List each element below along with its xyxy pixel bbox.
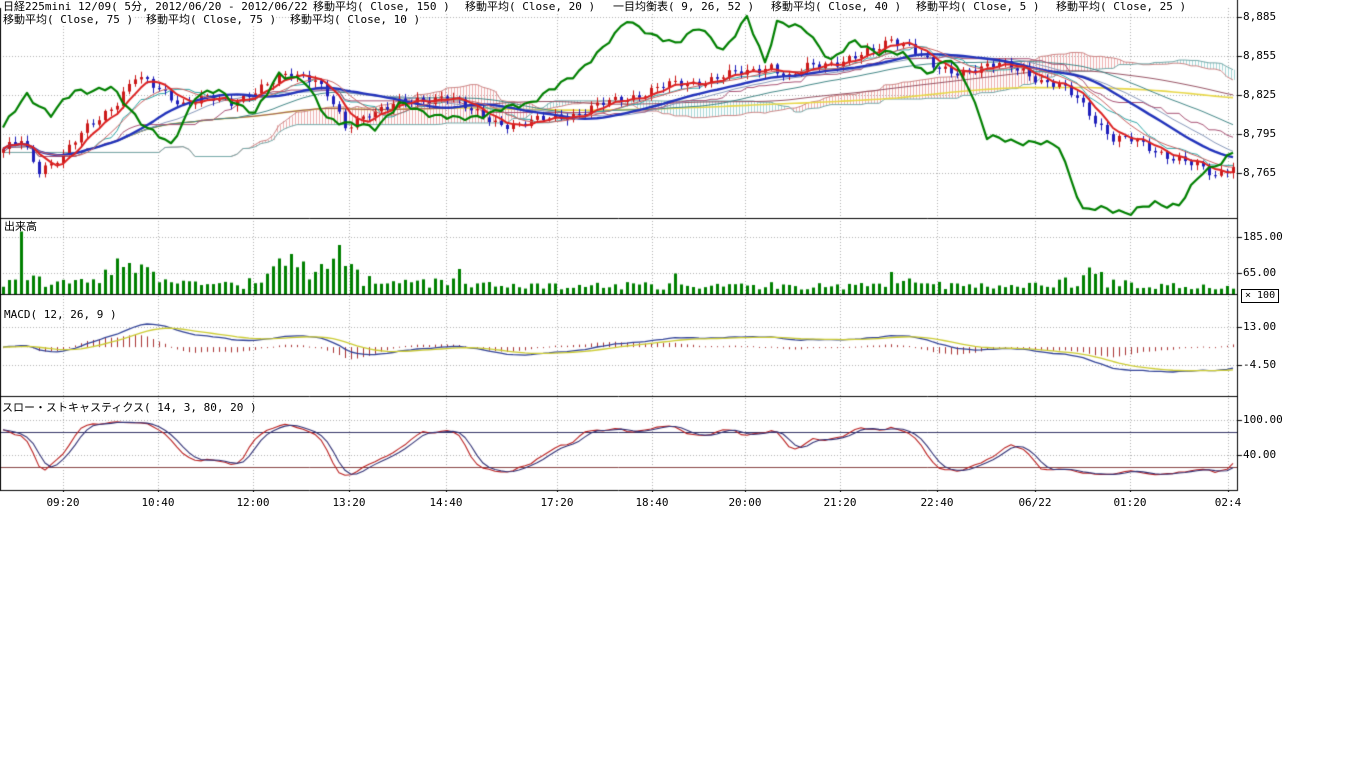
time-label: 21:20 xyxy=(818,497,862,509)
time-label: 17:20 xyxy=(535,497,579,509)
legend-ichimoku: 一目均衡表( 9, 26, 52 ) xyxy=(613,1,754,13)
time-label: 09:20 xyxy=(41,497,85,509)
chart-canvas[interactable] xyxy=(0,0,1300,492)
time-label: 22:40 xyxy=(915,497,959,509)
time-label: 13:20 xyxy=(327,497,371,509)
legend-ma-close-150: 移動平均( Close, 150 ) xyxy=(313,1,450,13)
axis-value-label: 8,825 xyxy=(1243,89,1276,100)
legend-ma-close-75-b: 移動平均( Close, 75 ) xyxy=(146,14,276,26)
time-label: 01:20 xyxy=(1108,497,1152,509)
time-label: 20:00 xyxy=(723,497,767,509)
legend-ma-close-40: 移動平均( Close, 40 ) xyxy=(771,1,901,13)
macd-panel-label: MACD( 12, 26, 9 ) xyxy=(4,309,117,320)
time-label: 10:40 xyxy=(136,497,180,509)
axis-value-label: 8,795 xyxy=(1243,128,1276,139)
time-label: 06/22 xyxy=(1013,497,1057,509)
legend-ma-close-10: 移動平均( Close, 10 ) xyxy=(290,14,420,26)
time-label: 18:40 xyxy=(630,497,674,509)
volume-multiplier-badge: × 100 xyxy=(1241,289,1279,303)
legend-ma-close-20: 移動平均( Close, 20 ) xyxy=(465,1,595,13)
axis-value-label: 100.00 xyxy=(1243,414,1283,425)
volume-panel-label: 出来高 xyxy=(4,221,37,232)
time-label: 14:40 xyxy=(424,497,468,509)
instrument-title: 日経225mini 12/09( 5分, 2012/06/20 - 2012/0… xyxy=(3,1,321,13)
legend-ma-close-5: 移動平均( Close, 5 ) xyxy=(916,1,1039,13)
axis-value-label: 40.00 xyxy=(1243,449,1276,460)
axis-value-label: -4.50 xyxy=(1243,359,1276,370)
legend-ma-close-25: 移動平均( Close, 25 ) xyxy=(1056,1,1186,13)
trading-chart-window: 日経225mini 12/09( 5分, 2012/06/20 - 2012/0… xyxy=(0,0,1366,768)
time-label: 12:00 xyxy=(231,497,275,509)
stoch-panel-label: スロー・ストキャスティクス( 14, 3, 80, 20 ) xyxy=(2,402,257,413)
axis-value-label: 8,885 xyxy=(1243,11,1276,22)
legend-ma-close-75-a: 移動平均( Close, 75 ) xyxy=(3,14,133,26)
axis-value-label: 8,855 xyxy=(1243,50,1276,61)
time-label: 02:4 xyxy=(1206,497,1250,509)
axis-value-label: 13.00 xyxy=(1243,321,1276,332)
axis-value-label: 185.00 xyxy=(1243,231,1283,242)
axis-value-label: 8,765 xyxy=(1243,167,1276,178)
axis-value-label: 65.00 xyxy=(1243,267,1276,278)
